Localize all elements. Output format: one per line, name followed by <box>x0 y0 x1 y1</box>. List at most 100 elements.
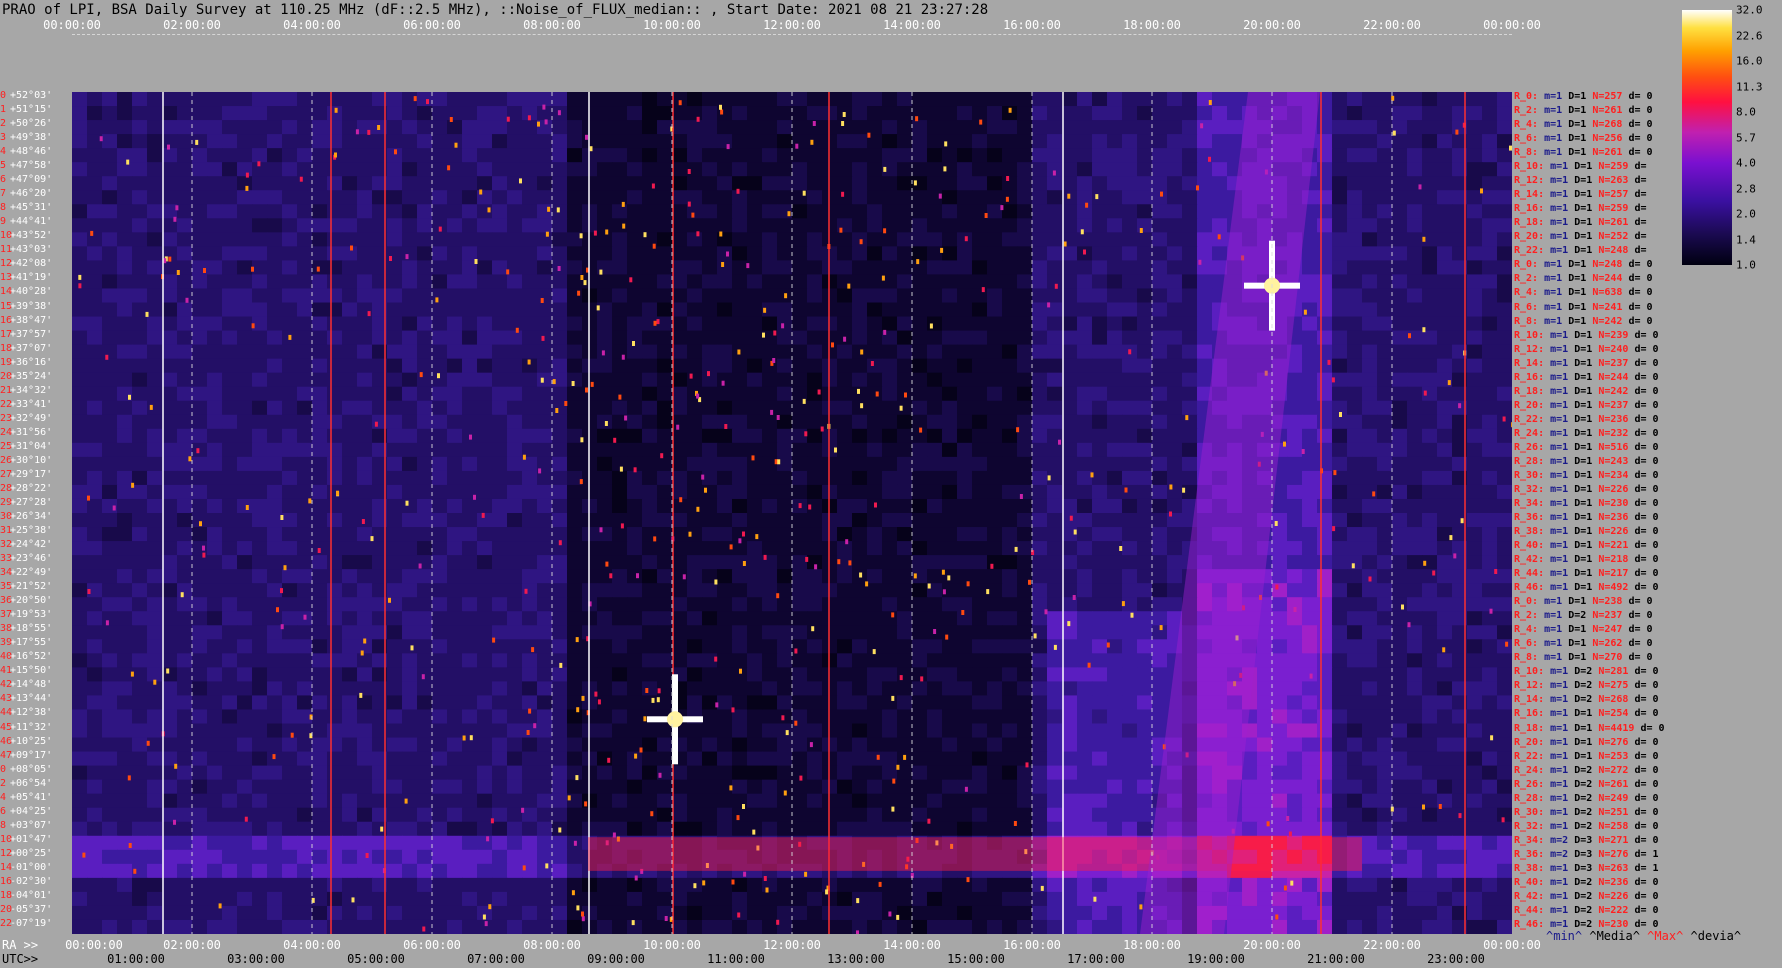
heatmap-cell <box>792 330 808 346</box>
heatmap-cell <box>1212 148 1228 163</box>
heatmap-cell <box>807 176 823 191</box>
heatmap-cell <box>942 681 958 697</box>
heatmap-cell <box>1032 667 1048 682</box>
heatmap-cell <box>1377 274 1393 290</box>
heatmap-cell <box>312 148 328 163</box>
heatmap-cell <box>1467 414 1483 430</box>
heatmap-cell <box>567 442 583 458</box>
heatmap-cell <box>807 218 823 233</box>
heatmap-cell <box>972 372 988 388</box>
heatmap-cell <box>807 330 823 346</box>
heatmap-cell <box>492 302 508 318</box>
heatmap-cell <box>417 414 433 430</box>
heatmap-cell <box>1287 793 1303 809</box>
heatmap-cell <box>837 148 853 163</box>
heatmap-cell <box>852 190 868 205</box>
heatmap-cell <box>552 513 568 528</box>
heatmap-cell <box>537 358 553 374</box>
heatmap-cell <box>912 302 928 318</box>
heatmap-cell <box>1347 611 1363 626</box>
heatmap-cell <box>1347 639 1363 654</box>
heatmap-cell <box>852 723 868 739</box>
heatmap-cell <box>432 442 448 458</box>
heatmap-cell <box>1347 372 1363 388</box>
heatmap-cell <box>702 218 718 233</box>
heatmap-cell <box>1467 484 1483 500</box>
heatmap-cell <box>837 386 853 402</box>
heatmap-cell <box>957 695 973 711</box>
heatmap-cell <box>1497 513 1512 528</box>
heatmap-cell <box>462 162 478 177</box>
heatmap-cell <box>1497 611 1512 626</box>
heatmap-cell <box>1017 793 1033 809</box>
heatmap-cell <box>672 344 688 360</box>
heatmap-cell <box>192 120 208 135</box>
heatmap-cell <box>1002 765 1018 781</box>
heatmap-cell <box>1002 639 1018 654</box>
heatmap-cell <box>1497 583 1512 598</box>
heatmap-cell <box>1302 737 1318 753</box>
heatmap-cell <box>537 372 553 388</box>
heatmap-cell <box>1017 681 1033 697</box>
heatmap-cell <box>1287 414 1303 430</box>
heatmap-cell <box>147 204 163 219</box>
heatmap-cell <box>1362 695 1378 711</box>
heatmap-cell <box>327 527 343 542</box>
heatmap-cell <box>747 120 763 135</box>
heatmap-cell <box>1437 681 1453 697</box>
heatmap-cell <box>297 302 313 318</box>
heatmap-cell <box>732 274 748 290</box>
heatmap-cell <box>507 695 523 711</box>
heatmap-cell <box>222 344 238 360</box>
heatmap-cell <box>267 92 283 107</box>
heatmap-cell <box>987 176 1003 191</box>
heatmap-cell <box>627 625 643 640</box>
heatmap-cell <box>837 653 853 668</box>
heatmap-cell <box>1467 232 1483 247</box>
heatmap-cell <box>1332 386 1348 402</box>
heatmap-cell <box>1017 723 1033 739</box>
heatmap-cell <box>867 653 883 668</box>
heatmap-cell <box>1407 414 1423 430</box>
heatmap-cell <box>1062 246 1078 261</box>
heatmap-cell <box>87 428 103 444</box>
heatmap-cell <box>252 513 268 528</box>
heatmap-cell <box>927 639 943 654</box>
heatmap-cell <box>987 330 1003 346</box>
heatmap-cell <box>222 134 238 149</box>
heatmap-cell <box>1152 414 1168 430</box>
heatmap-cell <box>537 723 553 739</box>
heatmap-cell <box>1437 625 1453 640</box>
heatmap-cell <box>927 653 943 668</box>
heatmap-cell <box>402 484 418 500</box>
heatmap-plot[interactable] <box>72 92 1512 934</box>
heatmap-cell <box>897 148 913 163</box>
heatmap-cell <box>147 807 163 823</box>
heatmap-cell <box>1167 232 1183 247</box>
heatmap-cell <box>537 176 553 191</box>
heatmap-cell <box>312 330 328 346</box>
heatmap-cell <box>72 541 88 556</box>
heatmap-cell <box>1302 779 1318 795</box>
heatmap-cell <box>282 807 298 823</box>
heatmap-cell <box>1317 302 1333 318</box>
heatmap-cell <box>267 541 283 556</box>
heatmap-cell <box>72 148 88 163</box>
heatmap-cell <box>927 344 943 360</box>
heatmap-cell <box>867 681 883 697</box>
heatmap-cell <box>1002 162 1018 177</box>
heatmap-cell <box>612 204 628 219</box>
heatmap-cell <box>867 723 883 739</box>
heatmap-cell <box>597 456 613 472</box>
heatmap-cell <box>1077 625 1093 640</box>
heatmap-cell <box>1137 176 1153 191</box>
heatmap-cell <box>1227 120 1243 135</box>
heatmap-cell <box>282 583 298 598</box>
heatmap-cell <box>417 625 433 640</box>
heatmap-cell <box>162 653 178 668</box>
heatmap-cell <box>567 597 583 612</box>
heatmap-cell <box>1332 779 1348 795</box>
heatmap-cell <box>1317 681 1333 697</box>
heatmap-cell <box>1257 667 1273 682</box>
heatmap-cell <box>162 274 178 290</box>
